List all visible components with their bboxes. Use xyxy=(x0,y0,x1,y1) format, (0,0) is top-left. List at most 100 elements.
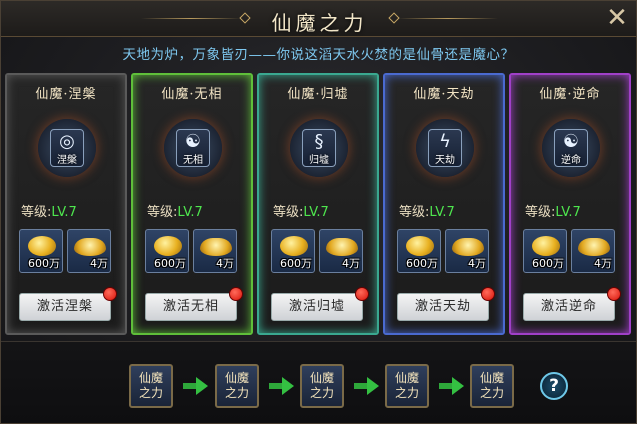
stage-node[interactable]: 仙魔 之力 xyxy=(129,364,173,408)
card-title: 仙魔·涅槃 xyxy=(35,87,97,102)
stage-line2: 之力 xyxy=(394,386,419,400)
arrow-right-icon xyxy=(183,377,209,395)
stage-node[interactable]: 仙魔 之力 xyxy=(300,364,344,408)
activate-button[interactable]: 激活无相 xyxy=(145,293,237,321)
skill-card-wuxiang[interactable]: 仙魔·无相 ☯ 无相 等级:LV.7 600万 4万 激活无相 xyxy=(131,73,253,335)
ingot-qty: 4万 xyxy=(342,257,360,270)
gold-qty: 600万 xyxy=(28,257,60,270)
gold-ingot-item[interactable]: 4万 xyxy=(193,229,237,273)
stage-node[interactable]: 仙魔 之力 xyxy=(470,364,514,408)
level-row: 等级:LV.7 xyxy=(21,201,77,220)
help-icon[interactable]: ? xyxy=(540,372,568,400)
skill-emblem[interactable]: ☯ 逆命 xyxy=(542,119,600,177)
level-row: 等级:LV.7 xyxy=(273,201,329,220)
swirl-icon: ◎ xyxy=(59,131,75,152)
gold-ingot-icon xyxy=(74,238,106,256)
lightning-icon: ϟ xyxy=(439,131,451,152)
gold-ingot-item[interactable]: 4万 xyxy=(67,229,111,273)
gold-coins-icon xyxy=(154,236,182,256)
dragon-icon: § xyxy=(314,131,324,152)
gold-ingot-icon xyxy=(452,238,484,256)
gold-coins-icon xyxy=(406,236,434,256)
gold-coins-item[interactable]: 600万 xyxy=(19,229,63,273)
ingot-qty: 4万 xyxy=(90,257,108,270)
emblem-frame: ϟ 天劫 xyxy=(428,129,462,167)
gold-coins-item[interactable]: 600万 xyxy=(271,229,315,273)
level-value: LV.7 xyxy=(303,205,329,220)
skill-emblem[interactable]: ϟ 天劫 xyxy=(416,119,474,177)
stage-node[interactable]: 仙魔 之力 xyxy=(385,364,429,408)
skill-emblem[interactable]: ◎ 涅槃 xyxy=(38,119,96,177)
stage-line1: 仙魔 xyxy=(479,371,504,385)
gold-coins-item[interactable]: 600万 xyxy=(397,229,441,273)
swirl-icon: ☯ xyxy=(184,131,202,152)
activate-button[interactable]: 激活逆命 xyxy=(523,293,615,321)
gold-coins-icon xyxy=(532,236,560,256)
close-icon[interactable]: ✕ xyxy=(602,3,632,33)
level-row: 等级:LV.7 xyxy=(399,201,455,220)
skill-emblem[interactable]: ☯ 无相 xyxy=(164,119,222,177)
dialog-title: 仙魔之力 xyxy=(271,11,368,35)
emblem-label: 无相 xyxy=(183,155,203,166)
skill-cards: 仙魔·涅槃 ◎ 涅槃 等级:LV.7 600万 4万 激活涅槃 仙魔·无相 ☯ … xyxy=(5,73,634,335)
title-ornament-right xyxy=(398,18,498,19)
gold-ingot-icon xyxy=(200,238,232,256)
emblem-label: 逆命 xyxy=(561,155,581,166)
gold-qty: 600万 xyxy=(532,257,564,270)
gold-coins-icon xyxy=(280,236,308,256)
level-label: 等级: xyxy=(273,205,304,220)
arrow-right-icon xyxy=(439,377,465,395)
gold-ingot-item[interactable]: 4万 xyxy=(445,229,489,273)
skill-emblem[interactable]: § 归墟 xyxy=(290,119,348,177)
gold-ingot-icon xyxy=(578,238,610,256)
arrow-right-icon xyxy=(269,377,295,395)
notification-dot xyxy=(481,287,495,301)
stage-line1: 仙魔 xyxy=(138,371,163,385)
activate-button[interactable]: 激活天劫 xyxy=(397,293,489,321)
stage-line2: 之力 xyxy=(479,386,504,400)
level-row: 等级:LV.7 xyxy=(525,201,581,220)
level-value: LV.7 xyxy=(429,205,455,220)
skill-card-niming[interactable]: 仙魔·逆命 ☯ 逆命 等级:LV.7 600万 4万 激活逆命 xyxy=(509,73,631,335)
stage-node[interactable]: 仙魔 之力 xyxy=(215,364,259,408)
level-label: 等级: xyxy=(525,205,556,220)
gold-ingot-item[interactable]: 4万 xyxy=(571,229,615,273)
ingot-qty: 4万 xyxy=(594,257,612,270)
stage-line1: 仙魔 xyxy=(394,371,419,385)
card-title: 仙魔·天劫 xyxy=(413,87,475,102)
notification-dot xyxy=(229,287,243,301)
level-value: LV.7 xyxy=(177,205,203,220)
activate-button[interactable]: 激活归墟 xyxy=(271,293,363,321)
emblem-frame: ☯ 无相 xyxy=(176,129,210,167)
emblem-label: 涅槃 xyxy=(57,155,77,166)
gold-coins-icon xyxy=(28,236,56,256)
level-label: 等级: xyxy=(399,205,430,220)
gold-ingot-item[interactable]: 4万 xyxy=(319,229,363,273)
gold-coins-item[interactable]: 600万 xyxy=(145,229,189,273)
emblem-label: 天劫 xyxy=(435,155,455,166)
level-value: LV.7 xyxy=(51,205,77,220)
gold-ingot-icon xyxy=(326,238,358,256)
notification-dot xyxy=(103,287,117,301)
ingot-qty: 4万 xyxy=(216,257,234,270)
stage-line2: 之力 xyxy=(138,386,163,400)
title-bar: 仙魔之力 ✕ xyxy=(1,1,636,37)
gold-qty: 600万 xyxy=(280,257,312,270)
card-title: 仙魔·逆命 xyxy=(539,87,601,102)
notification-dot xyxy=(607,287,621,301)
level-value: LV.7 xyxy=(555,205,581,220)
card-title: 仙魔·无相 xyxy=(161,87,223,102)
skill-card-niepan[interactable]: 仙魔·涅槃 ◎ 涅槃 等级:LV.7 600万 4万 激活涅槃 xyxy=(5,73,127,335)
gold-qty: 600万 xyxy=(154,257,186,270)
stage-line2: 之力 xyxy=(309,386,334,400)
level-label: 等级: xyxy=(147,205,178,220)
emblem-frame: § 归墟 xyxy=(302,129,336,167)
stage-line1: 仙魔 xyxy=(309,371,334,385)
skill-card-guixu[interactable]: 仙魔·归墟 § 归墟 等级:LV.7 600万 4万 激活归墟 xyxy=(257,73,379,335)
skill-card-tianjie[interactable]: 仙魔·天劫 ϟ 天劫 等级:LV.7 600万 4万 激活天劫 xyxy=(383,73,505,335)
yinyang-icon: ☯ xyxy=(562,131,580,152)
level-row: 等级:LV.7 xyxy=(147,201,203,220)
activate-button[interactable]: 激活涅槃 xyxy=(19,293,111,321)
emblem-frame: ◎ 涅槃 xyxy=(50,129,84,167)
gold-coins-item[interactable]: 600万 xyxy=(523,229,567,273)
